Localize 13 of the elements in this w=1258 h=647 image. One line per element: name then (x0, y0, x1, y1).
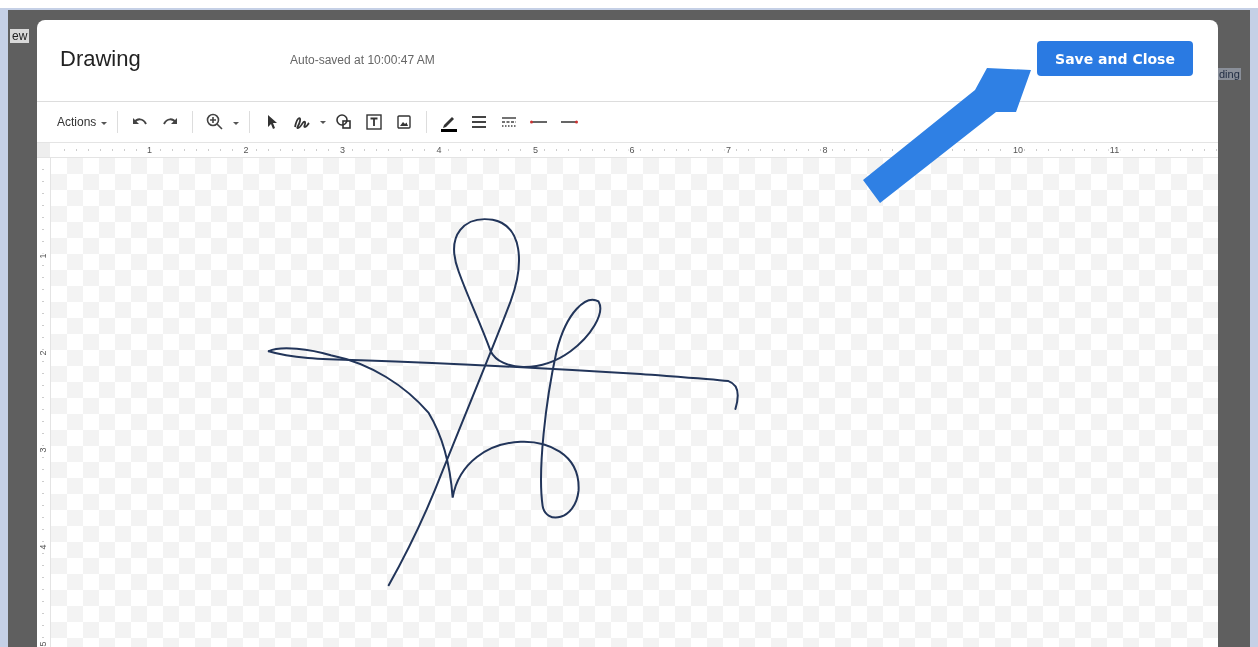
autosave-status: Auto-saved at 10:00:47 AM (290, 52, 436, 67)
ruler-number: 2 (39, 350, 48, 356)
save-and-close-button[interactable]: Save and Close (1037, 41, 1193, 76)
ruler-number: 3 (39, 447, 48, 453)
text-box-icon[interactable] (364, 112, 385, 132)
ruler-number: 1 (39, 253, 48, 259)
actions-menu[interactable]: Actions (57, 115, 97, 129)
caret-icon (319, 118, 328, 126)
background-text: ew (10, 29, 30, 43)
dialog-title: Drawing (60, 45, 142, 72)
ruler-number: 4 (39, 544, 48, 550)
background-text: ding (1218, 68, 1241, 80)
ruler-number: 5 (39, 641, 48, 647)
